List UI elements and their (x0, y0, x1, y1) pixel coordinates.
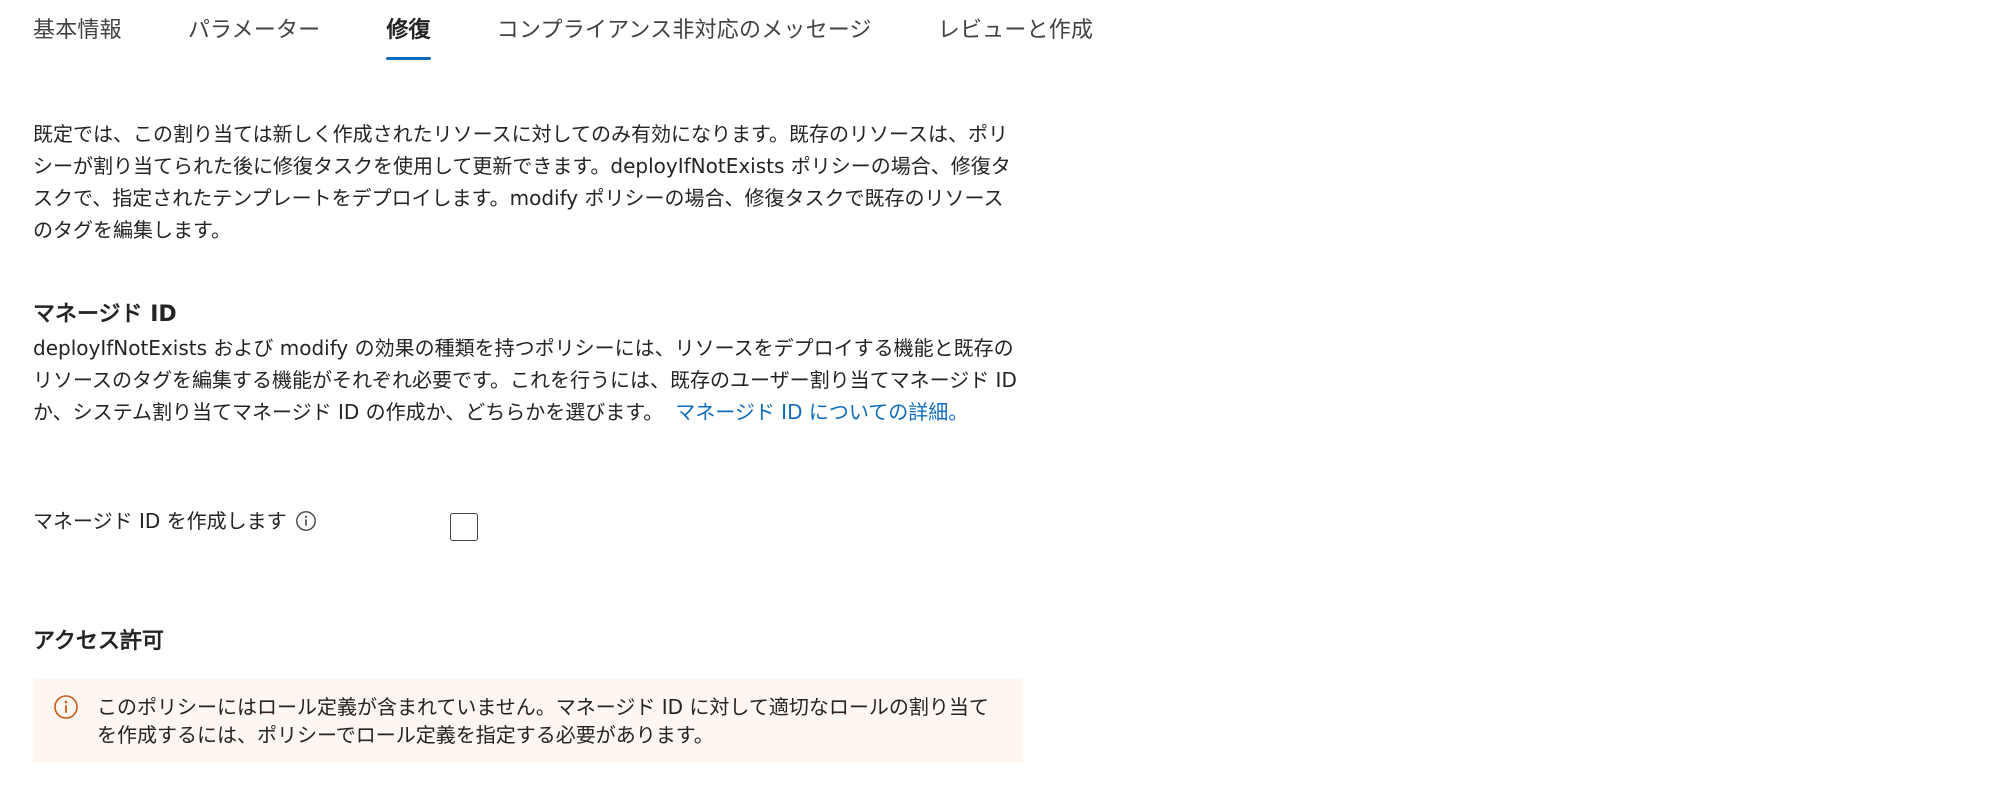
managed-identity-heading: マネージド ID (33, 302, 177, 327)
tab-bar: 基本情報 パラメーター 修復 コンプライアンス非対応のメッセージ レビューと作成 (33, 0, 1159, 66)
create-managed-identity-label: マネージド ID を作成します (33, 509, 287, 533)
access-permission-heading: アクセス許可 (33, 629, 164, 654)
create-managed-identity-checkbox[interactable] (450, 513, 478, 541)
tab-remediation[interactable]: 修復 (386, 0, 432, 60)
tab-non-compliance-messages[interactable]: コンプライアンス非対応のメッセージ (497, 0, 872, 46)
create-managed-identity-row: マネージド ID を作成します (33, 506, 317, 536)
remediation-page: 基本情報 パラメーター 修復 コンプライアンス非対応のメッセージ レビューと作成… (0, 0, 2000, 808)
managed-identity-description: deployIfNotExists および modify の効果の種類を持つポリ… (33, 332, 1023, 428)
remediation-intro-text: 既定では、この割り当ては新しく作成されたリソースに対してのみ有効になります。既存… (33, 122, 1011, 242)
tab-parameters[interactable]: パラメーター (188, 0, 321, 46)
warning-info-icon (54, 695, 78, 719)
role-definition-warning: このポリシーにはロール定義が含まれていません。マネージド ID に対して適切なロ… (33, 679, 1023, 763)
tab-basics[interactable]: 基本情報 (33, 0, 122, 46)
managed-identity-learn-more-link[interactable]: マネージド ID についての詳細。 (675, 400, 968, 424)
role-definition-warning-text: このポリシーにはロール定義が含まれていません。マネージド ID に対して適切なロ… (97, 695, 989, 747)
tab-review-create[interactable]: レビューと作成 (938, 0, 1093, 46)
info-icon[interactable] (295, 510, 317, 532)
